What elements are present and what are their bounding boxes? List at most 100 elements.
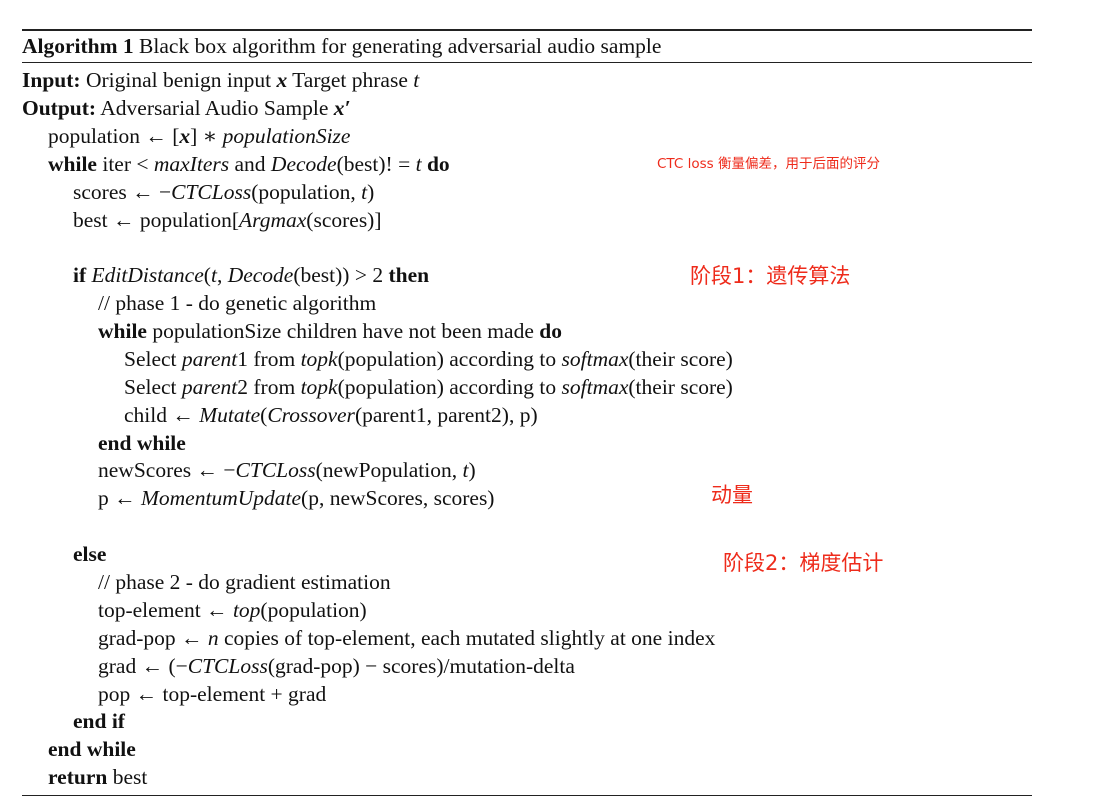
line-token: return — [48, 765, 108, 789]
algorithm-line: return best — [48, 764, 147, 790]
line-token: population ← [ — [48, 124, 180, 148]
line-token: ) — [367, 180, 375, 204]
algorithm-line: Select parent1 from topk(population) acc… — [124, 346, 733, 372]
line-token: scores ← − — [73, 180, 172, 204]
line-token: // phase 2 - do gradient estimation — [98, 570, 391, 594]
algorithm-line: scores ← −CTCLoss(population, t) — [73, 179, 374, 205]
algorithm-line: Input: Original benign input x Target ph… — [22, 67, 419, 93]
line-token: end while — [98, 431, 186, 455]
line-token: CTCLoss — [187, 654, 268, 678]
line-token: (best)! = — [336, 152, 416, 176]
algorithm-line: top-element ← top(population) — [98, 597, 367, 623]
line-token: do — [426, 152, 450, 176]
line-token: Decode — [270, 152, 337, 176]
algorithm-line: newScores ← −CTCLoss(newPopulation, t) — [98, 457, 476, 483]
line-token: , — [216, 263, 228, 287]
line-token: ( — [203, 263, 211, 287]
line-token: Target phrase — [287, 68, 414, 92]
line-token: (p, newScores, scores) — [301, 486, 495, 510]
line-token: (best)) > 2 — [293, 263, 389, 287]
line-token: (their score) — [628, 347, 733, 371]
line-token: softmax — [561, 347, 629, 371]
line-token: do — [539, 319, 562, 343]
ctc-annotation: CTC loss 衡量偏差，用于后面的评分 — [657, 156, 880, 172]
algorithm-line: while populationSize children have not b… — [98, 318, 562, 344]
line-token: p ← — [98, 486, 141, 510]
algorithm-line: Output: Adversarial Audio Sample x′ — [22, 95, 351, 121]
line-token: ) — [468, 458, 476, 482]
line-token: (population, — [251, 180, 362, 204]
algorithm-line: else — [73, 541, 106, 567]
line-token: (their score) — [628, 375, 733, 399]
algorithm-line: grad ← (−CTCLoss(grad-pop) − scores)/mut… — [98, 653, 575, 679]
line-token: and — [229, 152, 271, 176]
line-token: (parent1, parent2), p) — [354, 403, 538, 427]
line-token: ] ∗ — [190, 124, 223, 148]
line-token: best ← population[ — [73, 208, 240, 232]
top-rule — [22, 29, 1032, 31]
line-token: then — [388, 263, 430, 287]
line-token: topk — [300, 375, 338, 399]
line-token: (population) according to — [337, 375, 562, 399]
line-token: top — [232, 598, 261, 622]
line-token: best — [107, 765, 148, 789]
phase2-annotation: 阶段2：梯度估计 — [723, 551, 884, 575]
line-token: child ← — [124, 403, 200, 427]
line-token: x — [179, 124, 191, 148]
algorithm-line: p ← MomentumUpdate(p, newScores, scores) — [98, 485, 494, 511]
line-token: (grad-pop) − scores)/mutation-delta — [267, 654, 575, 678]
line-token: end if — [73, 709, 125, 733]
line-token: while — [48, 152, 97, 176]
line-token: // phase 1 - do genetic algorithm — [98, 291, 377, 315]
line-token: populationSize children have not been ma… — [146, 319, 540, 343]
algorithm-line: end while — [98, 430, 186, 456]
line-token: Select — [124, 347, 182, 371]
line-token: grad-pop ← — [98, 626, 208, 650]
line-token: softmax — [561, 375, 629, 399]
line-token: newScores ← − — [98, 458, 236, 482]
line-token: Adversarial Audio Sample — [96, 96, 334, 120]
line-token: Mutate — [199, 403, 261, 427]
line-token: populationSize — [222, 124, 351, 148]
line-token: (population) according to — [337, 347, 562, 371]
algorithm-caption: Algorithm 1 Black box algorithm for gene… — [22, 33, 661, 59]
caption-rule — [22, 62, 1032, 63]
line-token: Crossover — [267, 403, 355, 427]
line-token: parent — [181, 375, 238, 399]
line-token: Output: — [22, 96, 97, 120]
line-token: 1 from — [237, 347, 301, 371]
line-token: top-element ← — [98, 598, 233, 622]
line-token: x′ — [333, 96, 351, 120]
algorithm-line: population ← [x] ∗ populationSize — [48, 123, 350, 149]
algorithm-line: end if — [73, 708, 125, 734]
line-token: Input: — [22, 68, 81, 92]
line-token: if — [73, 263, 87, 287]
line-token: copies of top-element, each mutated slig… — [218, 626, 716, 650]
algorithm-line: best ← population[Argmax(scores)] — [73, 207, 382, 233]
algorithm-line: if EditDistance(t, Decode(best)) > 2 the… — [73, 262, 429, 288]
line-token: iter < — [96, 152, 154, 176]
line-token: CTCLoss — [171, 180, 252, 204]
line-token: Select — [124, 375, 182, 399]
line-token: (population) — [260, 598, 367, 622]
algorithm-line: child ← Mutate(Crossover(parent1, parent… — [124, 402, 538, 428]
line-token: pop ← top-element + grad — [98, 682, 327, 706]
line-token: Argmax — [239, 208, 307, 232]
line-token: topk — [300, 347, 338, 371]
line-token: (scores)] — [306, 208, 382, 232]
algorithm-line: pop ← top-element + grad — [98, 681, 326, 707]
algorithm-line: end while — [48, 736, 136, 762]
algorithm-label: Algorithm 1 — [22, 34, 134, 58]
line-token: Original benign input — [80, 68, 277, 92]
algorithm-line: Select parent2 from topk(population) acc… — [124, 374, 733, 400]
algorithm-line: // phase 2 - do gradient estimation — [98, 569, 391, 595]
algorithm-line: while iter < maxIters and Decode(best)! … — [48, 151, 450, 177]
line-token: CTCLoss — [235, 458, 316, 482]
line-token: while — [98, 319, 147, 343]
momentum-annotation: 动量 — [711, 483, 753, 507]
phase1-annotation: 阶段1：遗传算法 — [690, 264, 851, 288]
line-token: else — [73, 542, 107, 566]
line-token: x — [276, 68, 288, 92]
algorithm-title: Black box algorithm for generating adver… — [139, 34, 662, 58]
line-token: n — [207, 626, 219, 650]
